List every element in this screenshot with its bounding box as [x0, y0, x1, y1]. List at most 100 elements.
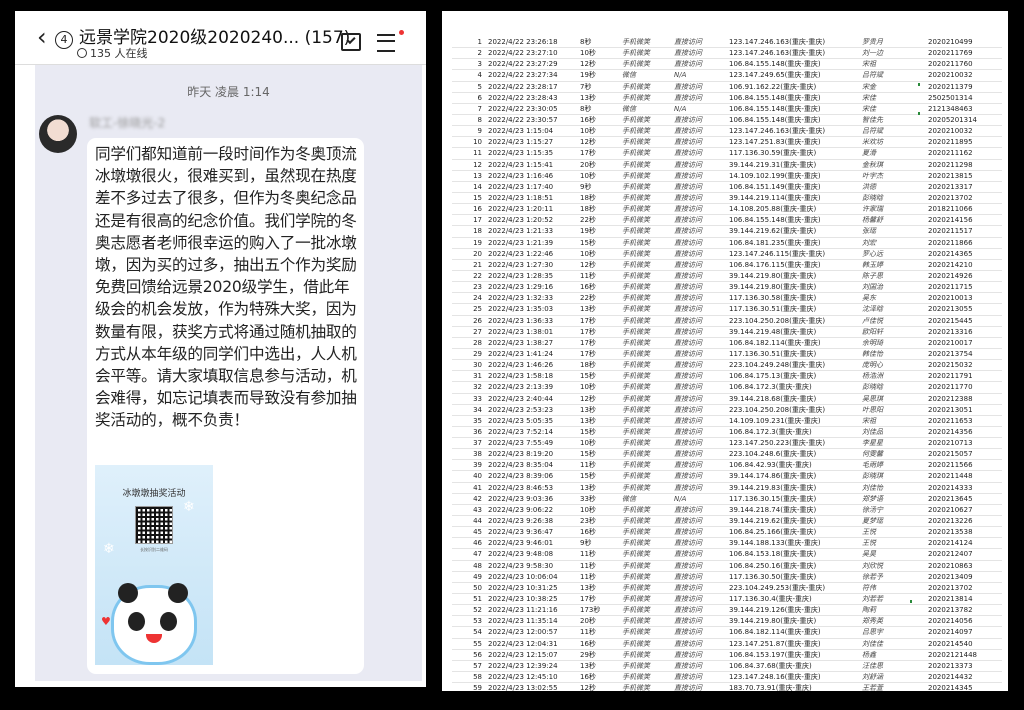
- table-cell: 39.144.219.80(重庆-重庆): [729, 617, 817, 626]
- table-cell: 5: [477, 82, 482, 91]
- table-cell: 智佳先: [862, 115, 883, 124]
- table-cell: 12: [473, 160, 482, 169]
- table-cell: 直接访问: [674, 271, 702, 280]
- table-cell: 2020210032: [928, 127, 973, 136]
- table-cell: 手机微笑: [622, 316, 650, 325]
- table-cell: 直接访问: [674, 171, 702, 180]
- table-cell: 直接访问: [674, 60, 702, 69]
- table-cell: 直接访问: [674, 628, 702, 637]
- table-cell: 39.144.219.126(重庆-重庆): [729, 606, 821, 615]
- checkin-icon[interactable]: [341, 33, 361, 51]
- back-icon[interactable]: ‹: [37, 25, 47, 49]
- table-cell: 106.84.182.114(重庆-重庆): [729, 338, 821, 347]
- table-cell: 手机微笑: [622, 160, 650, 169]
- table-cell: 徐若予: [862, 572, 883, 581]
- avatar[interactable]: [39, 115, 77, 153]
- table-cell: 宋祖: [862, 60, 876, 69]
- table-cell: 13秒: [580, 93, 596, 102]
- table-cell: 50: [473, 583, 482, 592]
- table-cell: 2022/4/22 23:27:10: [488, 49, 558, 58]
- table-cell: 10秒: [580, 505, 596, 514]
- table-cell: 手机微笑: [622, 171, 650, 180]
- table-cell: 手机微笑: [622, 505, 650, 514]
- table-cell: 20: [473, 249, 482, 258]
- table-cell: 手机微笑: [622, 383, 650, 392]
- table-cell: 2020210713: [928, 439, 973, 448]
- table-cell: 夏梦瑶: [862, 517, 883, 526]
- table-cell: 10秒: [580, 249, 596, 258]
- table-cell: 微信: [622, 494, 636, 503]
- table-cell: 手机微笑: [622, 305, 650, 314]
- table-row: 26 2022/4/23 1:36:33 17秒 手机微笑 直接访问 223.104.25…: [452, 316, 1002, 327]
- message-bubble[interactable]: 同学们都知道前一段时间作为冬奥顶流冰墩墩很火，很难买到，虽然现在热度差不多过去了…: [87, 138, 364, 674]
- table-cell: 何雯馨: [862, 450, 883, 459]
- table-cell: 直接访问: [674, 349, 702, 358]
- table-cell: 2022/4/23 1:27:30: [488, 260, 554, 269]
- table-cell: 直接访问: [674, 617, 702, 626]
- table-cell: 2022/4/23 2:53:23: [488, 405, 554, 414]
- menu-icon[interactable]: [377, 34, 395, 52]
- table-row: 1 2022/4/22 23:26:18 8秒 手机微笑 直接访问 123.147.246…: [452, 37, 1002, 49]
- table-cell: 手机微笑: [622, 327, 650, 336]
- chat-header: ‹ 4 远景学院2020级2020240... (157) 135 人在线: [15, 11, 426, 65]
- table-cell: 直接访问: [674, 115, 702, 124]
- table-cell: 106.84.42.93(重庆-重庆): [729, 461, 812, 470]
- message-text: 同学们都知道前一段时间作为冬奥顶流冰墩墩很火，很难买到，虽然现在热度差不多过去了…: [95, 145, 357, 430]
- table-cell: 直接访问: [674, 127, 702, 136]
- table-row: 11 2022/4/23 1:15:35 17秒 手机微笑 直接访问 117.136.30…: [452, 148, 1002, 160]
- table-cell: 18秒: [580, 361, 596, 370]
- table-cell: 2022/4/23 1:38:01: [488, 327, 554, 336]
- table-cell: 手机微笑: [622, 517, 650, 526]
- table-cell: 11秒: [580, 572, 596, 581]
- table-cell: 12秒: [580, 260, 596, 269]
- table-row: 45 2022/4/23 9:36:47 16秒 手机微笑 直接访问 106.84.25.…: [452, 527, 1002, 539]
- table-cell: 16秒: [580, 115, 596, 124]
- table-cell: 2020211379: [928, 82, 973, 91]
- table-cell: 45: [473, 528, 482, 537]
- table-row: 46 2022/4/23 9:46:01 9秒 手机微笑 直接访问 39.144.188.…: [452, 538, 1002, 550]
- table-cell: 洪德: [862, 182, 876, 191]
- table-cell: 39.144.219.31(重庆-重庆): [729, 160, 817, 169]
- table-cell: 2022/4/23 9:36:47: [488, 528, 554, 537]
- table-cell: 106.84.250.16(重庆-重庆): [729, 561, 817, 570]
- table-cell: 宋金: [862, 82, 876, 91]
- table-row: 47 2022/4/23 9:48:08 11秒 手机微笑 直接访问 106.84.153…: [452, 549, 1002, 561]
- table-cell: 16秒: [580, 528, 596, 537]
- table-cell: 2022/4/23 12:39:24: [488, 661, 558, 670]
- panda-mouth: [146, 634, 162, 643]
- table-cell: 3: [477, 60, 482, 69]
- table-cell: 直接访问: [674, 372, 702, 381]
- table-row: 9 2022/4/23 1:15:04 10秒 手机微笑 直接访问 123.147.246…: [452, 126, 1002, 138]
- table-row: 10 2022/4/23 1:15:27 12秒 手机微笑 直接访问 123.147.25…: [452, 137, 1002, 149]
- table-cell: N/A: [674, 494, 687, 503]
- table-cell: 手机微笑: [622, 606, 650, 615]
- table-cell: 8: [477, 115, 482, 124]
- table-cell: 吴昊: [862, 550, 876, 559]
- table-cell: 44: [473, 517, 482, 526]
- table-cell: 17秒: [580, 349, 596, 358]
- table-cell: 53: [473, 617, 482, 626]
- table-cell: 2020214210: [928, 260, 973, 269]
- table-cell: 手机微笑: [622, 405, 650, 414]
- table-cell: 2022/4/23 1:15:04: [488, 127, 554, 136]
- table-cell: 吕符斌: [862, 127, 883, 136]
- table-cell: 余明琦: [862, 338, 883, 347]
- table-cell: 手机微笑: [622, 238, 650, 247]
- table-cell: 直接访问: [674, 182, 702, 191]
- poster-title: 冰墩墩抽奖活动: [122, 489, 186, 499]
- response-table: 1 2022/4/22 23:26:18 8秒 手机微笑 直接访问 123.147.246…: [452, 37, 1002, 691]
- table-row: 19 2022/4/23 1:21:39 15秒 手机微笑 直接访问 106.84.181…: [452, 238, 1002, 249]
- table-cell: 41: [473, 483, 482, 492]
- table-cell: 2020214540: [928, 639, 973, 648]
- table-cell: 手机微笑: [622, 561, 650, 570]
- table-cell: 2022/4/23 9:46:01: [488, 539, 554, 548]
- table-cell: 刘一边: [862, 49, 883, 58]
- table-cell: 手机微笑: [622, 338, 650, 347]
- table-cell: 直接访问: [674, 82, 702, 91]
- table-cell: 手机微笑: [622, 205, 650, 214]
- lottery-poster-image[interactable]: 冰墩墩抽奖活动 长按识别二维码 ❄ ❄ ♥: [95, 465, 213, 665]
- table-cell: 2022/4/23 1:15:27: [488, 138, 554, 147]
- table-cell: 106.91.162.22(重庆-重庆): [729, 82, 817, 91]
- table-cell: 14: [473, 182, 482, 191]
- table-cell: 2020215057: [928, 450, 973, 459]
